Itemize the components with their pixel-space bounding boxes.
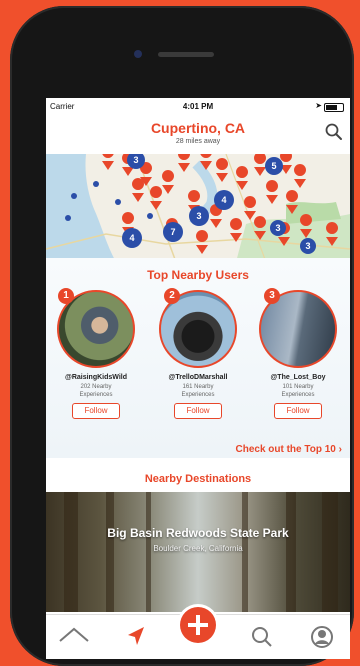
status-time: 4:01 PM	[182, 102, 214, 111]
rank-badge: 2	[164, 288, 180, 304]
destination-name: Big Basin Redwoods State Park	[107, 526, 289, 540]
destinations-title: Nearby Destinations	[144, 473, 252, 485]
cluster-count: 7	[170, 227, 175, 237]
rank-badge: 3	[264, 288, 280, 304]
top-users-section: Top Nearby Users 1 @RaisingKidsWild 202 …	[46, 258, 350, 458]
cluster-count: 4	[129, 233, 134, 243]
cluster-count: 3	[133, 155, 138, 165]
location-header: Cupertino, CA 28 miles away	[46, 114, 350, 154]
experience-count-line1: 202 Nearby	[80, 384, 112, 390]
follow-button[interactable]: Follow	[72, 403, 120, 419]
map-clusters: 5 3 4 3 7 3 4 3	[122, 154, 316, 254]
username[interactable]: @TrelloDMarshall	[152, 374, 244, 381]
user-card[interactable]: 1 @RaisingKidsWild 202 Nearby Experience…	[50, 288, 142, 419]
experience-count-line1: 101 Nearby	[282, 384, 314, 390]
rank-badge: 1	[58, 288, 74, 304]
user-card[interactable]: 2 @TrelloDMarshall 161 Nearby Experience…	[152, 288, 244, 419]
distance-label: 28 miles away	[175, 138, 221, 145]
follow-button[interactable]: Follow	[174, 403, 222, 419]
cluster-count: 3	[275, 223, 280, 233]
experience-count-line1: 161 Nearby	[182, 384, 214, 390]
destination-card[interactable]: Big Basin Redwoods State Park Boulder Cr…	[46, 492, 350, 612]
speaker	[158, 52, 214, 57]
app-screen: Carrier 4:01 PM ➤ Cupertino, CA 28 miles…	[46, 98, 350, 659]
location-arrow-icon: ➤	[315, 101, 322, 110]
cluster-count: 3	[196, 211, 201, 221]
status-bar: Carrier 4:01 PM ➤	[46, 98, 350, 114]
navigate-arrow-icon[interactable]	[116, 615, 156, 659]
camera	[134, 50, 142, 58]
cluster-count: 4	[221, 195, 226, 205]
username[interactable]: @The_Lost_Boy	[252, 374, 344, 381]
search-icon[interactable]	[324, 122, 344, 142]
experience-count-line2: Experiences	[181, 392, 215, 398]
top-users-title: Top Nearby Users	[147, 268, 249, 282]
top10-link[interactable]: Check out the Top 10 ›	[235, 444, 342, 455]
home-mountain-icon[interactable]	[54, 615, 94, 659]
username[interactable]: @RaisingKidsWild	[50, 374, 142, 381]
plus-icon	[188, 615, 208, 635]
profile-icon[interactable]	[302, 615, 342, 659]
experience-count: 101 Nearby Experiences	[252, 383, 344, 399]
cluster-count: 3	[305, 241, 310, 251]
experience-count: 161 Nearby Experiences	[152, 383, 244, 399]
cluster-count: 5	[271, 161, 276, 171]
top10-link-label: Check out the Top 10	[235, 444, 336, 455]
destination-location: Boulder Creek, California	[153, 544, 243, 553]
phone-frame: Carrier 4:01 PM ➤ Cupertino, CA 28 miles…	[10, 6, 354, 666]
experience-count-line2: Experiences	[79, 392, 113, 398]
battery-icon	[324, 103, 344, 112]
user-card[interactable]: 3 @The_Lost_Boy 101 Nearby Experiences F…	[252, 288, 344, 419]
search-icon[interactable]	[242, 615, 282, 659]
experience-count-line2: Experiences	[281, 392, 315, 398]
map-view[interactable]: 5 3 4 3 7 3 4 3	[46, 154, 350, 262]
chevron-right-icon: ›	[338, 444, 342, 455]
city-title[interactable]: Cupertino, CA	[46, 120, 350, 136]
tab-bar	[46, 607, 350, 659]
follow-button[interactable]: Follow	[274, 403, 322, 419]
experience-count: 202 Nearby Experiences	[50, 383, 142, 399]
add-button[interactable]	[180, 607, 216, 643]
